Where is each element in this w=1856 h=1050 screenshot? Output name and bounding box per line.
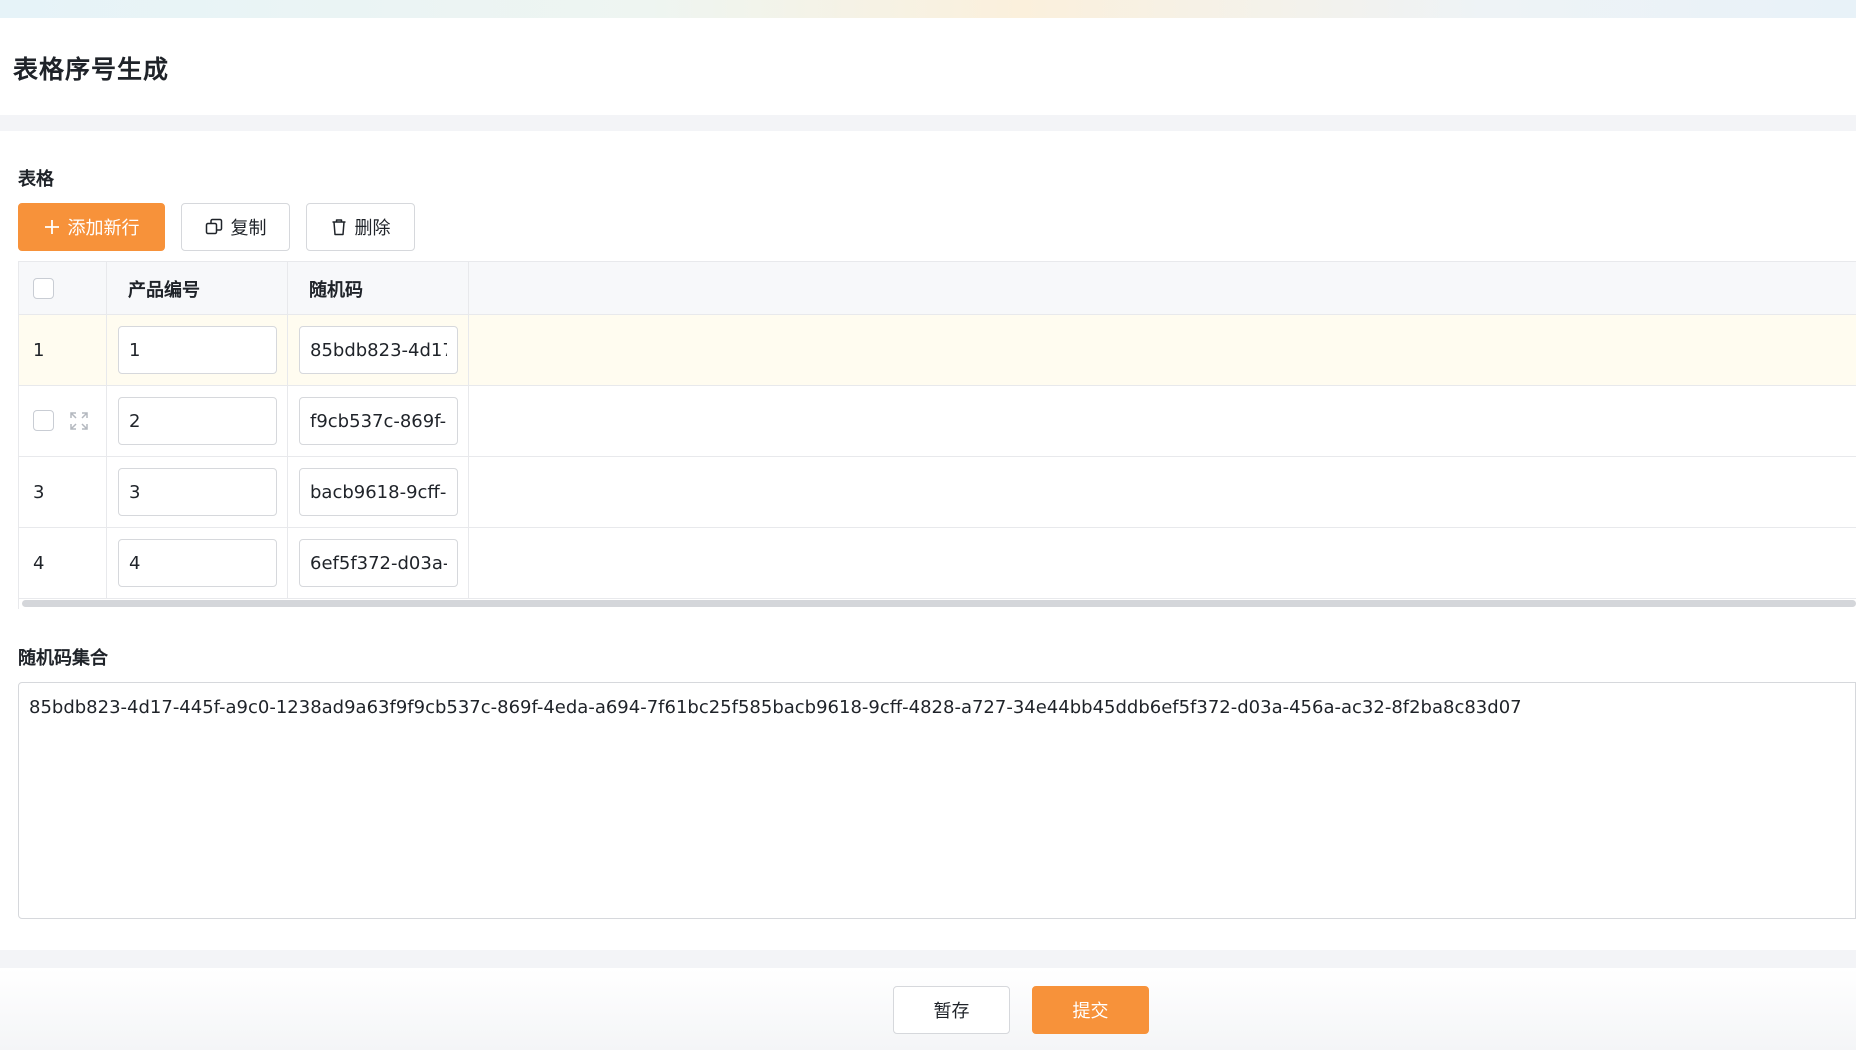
- copy-label: 复制: [230, 218, 267, 239]
- table-row[interactable]: 4: [19, 528, 1856, 599]
- row-index: 4: [33, 552, 45, 574]
- table-row[interactable]: [19, 386, 1856, 457]
- data-table: 产品编号 随机码 1 3 4: [18, 261, 1856, 609]
- table-row[interactable]: 3: [19, 457, 1856, 528]
- page-title: 表格序号生成: [13, 55, 170, 84]
- expand-icon[interactable]: [69, 411, 89, 431]
- plus-icon: [44, 220, 59, 234]
- random-code-input[interactable]: [299, 397, 458, 445]
- product-no-input[interactable]: [118, 397, 277, 445]
- column-divider: [468, 261, 469, 599]
- row-index: 1: [33, 339, 45, 361]
- submit-label: 提交: [1072, 1001, 1109, 1022]
- table-horizontal-scrollbar[interactable]: [22, 600, 1856, 607]
- save-draft-label: 暂存: [933, 1001, 970, 1022]
- column-header-product-no: 产品编号: [128, 280, 200, 301]
- product-no-input[interactable]: [118, 326, 277, 374]
- page-header: 表格序号生成: [0, 18, 1856, 115]
- collection-section-label: 随机码集合: [18, 648, 108, 669]
- row-checkbox[interactable]: [33, 410, 54, 431]
- top-gradient-bar: [0, 0, 1856, 18]
- table-header: 产品编号 随机码: [19, 261, 1856, 315]
- column-divider: [106, 261, 107, 599]
- delete-button[interactable]: 删除: [306, 203, 415, 251]
- delete-label: 删除: [354, 218, 391, 239]
- add-row-button[interactable]: 添加新行: [18, 203, 165, 251]
- column-divider: [287, 261, 288, 599]
- trash-icon: [332, 219, 345, 236]
- save-draft-button[interactable]: 暂存: [893, 986, 1010, 1034]
- product-no-input[interactable]: [118, 539, 277, 587]
- random-code-input[interactable]: [299, 326, 458, 374]
- random-code-input[interactable]: [299, 539, 458, 587]
- select-all-checkbox[interactable]: [33, 278, 54, 299]
- submit-button[interactable]: 提交: [1032, 986, 1149, 1034]
- add-row-label: 添加新行: [67, 218, 140, 239]
- table-row[interactable]: 1: [19, 315, 1856, 386]
- random-code-input[interactable]: [299, 468, 458, 516]
- footer-bar: 暂存 提交: [0, 968, 1856, 1050]
- random-code-collection-textarea[interactable]: 85bdb823-4d17-445f-a9c0-1238ad9a63f9f9cb…: [18, 682, 1856, 919]
- row-index: 3: [33, 481, 45, 503]
- product-no-input[interactable]: [118, 468, 277, 516]
- table-section-label: 表格: [18, 169, 54, 190]
- column-header-random-code: 随机码: [309, 280, 363, 301]
- copy-button[interactable]: 复制: [181, 203, 290, 251]
- copy-icon: [205, 218, 222, 235]
